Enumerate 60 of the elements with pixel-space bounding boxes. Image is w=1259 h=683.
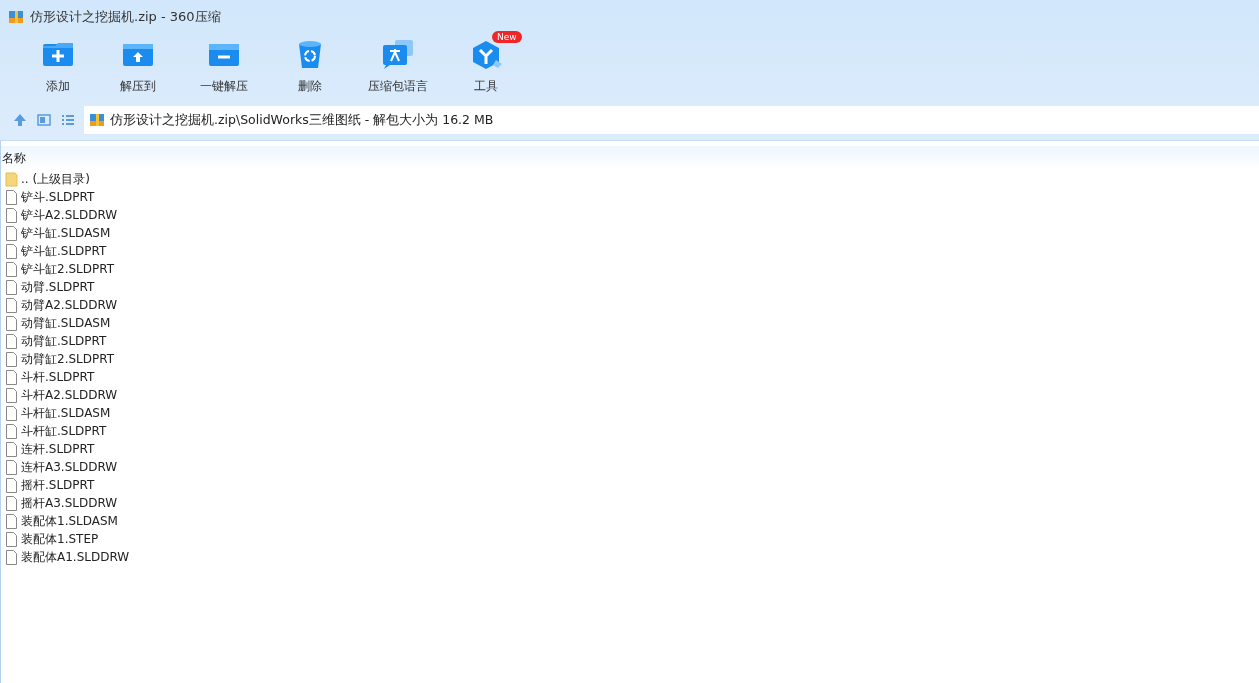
folder-icon	[5, 171, 18, 187]
file-name[interactable]: 摇杆.SLDPRT	[21, 476, 95, 494]
new-badge: New	[492, 31, 522, 43]
file-icon	[5, 459, 18, 475]
file-icon	[5, 315, 18, 331]
file-icon	[5, 513, 18, 529]
file-icon	[5, 531, 18, 547]
file-name[interactable]: 装配体A1.SLDDRW	[21, 548, 130, 566]
file-name[interactable]: 铲斗缸.SLDPRT	[21, 242, 107, 260]
file-icon	[5, 441, 18, 457]
toolbar-button[interactable]: 一键解压	[178, 34, 270, 106]
file-name[interactable]: 动臂A2.SLDDRW	[21, 296, 118, 314]
thumbnail-view-icon[interactable]	[36, 112, 52, 128]
file-name[interactable]: 动臂.SLDPRT	[21, 278, 95, 296]
toolbar-button[interactable]: 删除	[270, 34, 350, 106]
file-name[interactable]: 铲斗.SLDPRT	[21, 188, 95, 206]
address-bar[interactable]: 仿形设计之挖掘机.zip\SolidWorks三维图纸 - 解包大小为 16.2 MB	[84, 106, 1259, 134]
file-name[interactable]: 连杆A3.SLDDRW	[21, 458, 118, 476]
file-icon	[5, 297, 18, 313]
file-icon	[5, 405, 18, 421]
file-icon	[5, 369, 18, 385]
file-name[interactable]: 斗杆A2.SLDDRW	[21, 386, 118, 404]
file-name[interactable]: 铲斗缸.SLDASM	[21, 224, 111, 242]
file-icon	[5, 423, 18, 439]
file-name[interactable]: .. (上级目录)	[21, 170, 90, 188]
file-icon	[5, 495, 18, 511]
file-name[interactable]: 斗杆.SLDPRT	[21, 368, 95, 386]
file-icon	[5, 351, 18, 367]
file-name[interactable]: 动臂缸.SLDASM	[21, 314, 111, 332]
file-name[interactable]: 铲斗A2.SLDDRW	[21, 206, 118, 224]
file-icon	[5, 261, 18, 277]
file-icon	[5, 225, 18, 241]
file-icon	[5, 549, 18, 565]
file-name[interactable]: 连杆.SLDPRT	[21, 440, 95, 458]
column-header[interactable]: 名称	[2, 151, 26, 165]
toolbar-button[interactable]: 添加	[18, 34, 98, 106]
file-icon	[5, 189, 18, 205]
archive-icon	[89, 112, 105, 128]
file-icon	[5, 333, 18, 349]
file-name[interactable]: 动臂缸.SLDPRT	[21, 332, 107, 350]
file-icon	[5, 477, 18, 493]
file-name[interactable]: 装配体1.SLDASM	[21, 512, 118, 530]
list-view-icon[interactable]	[60, 112, 76, 128]
toolbar-button[interactable]: New 工具	[446, 34, 526, 106]
toolbar-button[interactable]: 解压到	[98, 34, 178, 106]
toolbar-button[interactable]: 压缩包语言	[350, 34, 446, 106]
file-name[interactable]: 斗杆缸.SLDPRT	[21, 422, 107, 440]
file-name[interactable]: 铲斗缸2.SLDPRT	[21, 260, 115, 278]
language-icon	[381, 38, 415, 72]
file-name[interactable]: 动臂缸2.SLDPRT	[21, 350, 115, 368]
up-arrow-icon[interactable]	[12, 112, 28, 128]
window-title: 仿形设计之挖掘机.zip - 360压缩	[30, 8, 221, 26]
file-icon	[5, 207, 18, 223]
file-name[interactable]: 摇杆A3.SLDDRW	[21, 494, 118, 512]
file-name[interactable]: 装配体1.STEP	[21, 530, 99, 548]
archive-icon	[8, 9, 24, 25]
file-icon	[5, 387, 18, 403]
file-name[interactable]: 斗杆缸.SLDASM	[21, 404, 111, 422]
file-icon	[5, 243, 18, 259]
file-icon	[5, 279, 18, 295]
